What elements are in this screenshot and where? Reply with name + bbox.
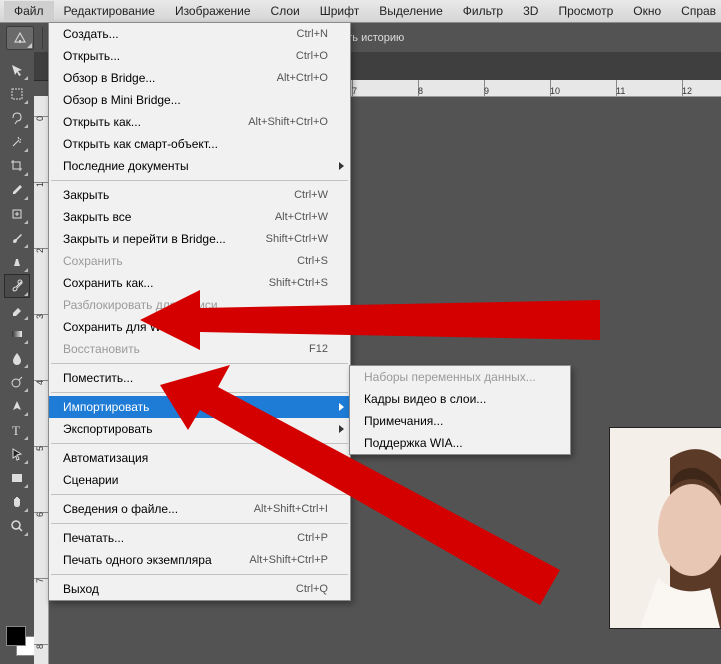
lasso-tool[interactable] [4, 106, 30, 130]
menu-item-shortcut: Ctrl+O [296, 50, 328, 62]
menu-separator [51, 180, 348, 181]
ruler-vertical: 012345678 [34, 96, 49, 664]
menubar-item-слои[interactable]: Слои [261, 1, 310, 21]
menubar-item-окно[interactable]: Окно [623, 1, 671, 21]
marquee-tool[interactable] [4, 82, 30, 106]
menu-item-shortcut: Ctrl+S [297, 255, 328, 267]
svg-text:T: T [12, 423, 20, 438]
current-tool-icon[interactable] [6, 26, 34, 50]
menu-item-label: Открыть как... [63, 115, 248, 129]
menu-item[interactable]: Закрыть всеAlt+Ctrl+W [49, 206, 350, 228]
menu-item[interactable]: Открыть как...Alt+Shift+Ctrl+O [49, 111, 350, 133]
annotation-arrow-1 [140, 280, 600, 360]
rectangle-tool[interactable] [4, 466, 30, 490]
menu-item-label: Закрыть [63, 188, 294, 202]
menu-item-label: Сохранить [63, 254, 297, 268]
foreground-color-swatch[interactable] [6, 626, 26, 646]
menubar-item-3d[interactable]: 3D [513, 1, 548, 21]
annotation-arrow-2 [160, 365, 560, 605]
menu-item[interactable]: Последние документы [49, 155, 350, 177]
menubar-item-файл[interactable]: Файл [4, 1, 54, 21]
menubar-item-справ[interactable]: Справ [671, 1, 721, 21]
brush-tool[interactable] [4, 226, 30, 250]
menu-item-shortcut: Shift+Ctrl+W [266, 233, 328, 245]
menu-item-label: Закрыть все [63, 210, 275, 224]
menu-item-label: Открыть... [63, 49, 296, 63]
menu-item[interactable]: Создать...Ctrl+N [49, 23, 350, 45]
dodge-tool[interactable] [4, 370, 30, 394]
menu-item[interactable]: Обзор в Bridge...Alt+Ctrl+O [49, 67, 350, 89]
menu-item-shortcut: Alt+Shift+Ctrl+O [248, 116, 328, 128]
menu-item-shortcut: Ctrl+W [294, 189, 328, 201]
menu-item-label: Последние документы [63, 159, 328, 173]
tools-panel: T [0, 52, 35, 664]
menu-item[interactable]: Закрыть и перейти в Bridge...Shift+Ctrl+… [49, 228, 350, 250]
menu-item-label: Обзор в Bridge... [63, 71, 277, 85]
menu-item-shortcut: Alt+Ctrl+O [277, 72, 328, 84]
hand-tool[interactable] [4, 490, 30, 514]
menu-separator [51, 363, 348, 364]
menu-item-shortcut: Alt+Ctrl+W [275, 211, 328, 223]
type-tool[interactable]: T [4, 418, 30, 442]
menubar-item-фильтр[interactable]: Фильтр [453, 1, 513, 21]
eraser-tool[interactable] [4, 298, 30, 322]
menubar: Ps ФайлРедактированиеИзображениеСлоиШриф… [0, 0, 721, 23]
menu-item[interactable]: Открыть...Ctrl+O [49, 45, 350, 67]
spot-healing-tool[interactable] [4, 202, 30, 226]
menubar-item-изображение[interactable]: Изображение [165, 1, 261, 21]
divider [42, 27, 43, 49]
menu-item-label: Обзор в Mini Bridge... [63, 93, 328, 107]
photo-content [609, 427, 721, 629]
history-brush-tool[interactable] [4, 274, 30, 298]
menubar-item-выделение[interactable]: Выделение [369, 1, 453, 21]
menu-item[interactable]: Открыть как смарт-объект... [49, 133, 350, 155]
menu-item[interactable]: ЗакрытьCtrl+W [49, 184, 350, 206]
eyedropper-tool[interactable] [4, 178, 30, 202]
menubar-item-просмотр[interactable]: Просмотр [548, 1, 623, 21]
gradient-tool[interactable] [4, 322, 30, 346]
path-selection-tool[interactable] [4, 442, 30, 466]
menubar-item-шрифт[interactable]: Шрифт [310, 1, 369, 21]
magic-wand-tool[interactable] [4, 130, 30, 154]
pen-tool[interactable] [4, 394, 30, 418]
crop-tool[interactable] [4, 154, 30, 178]
move-tool[interactable] [4, 58, 30, 82]
stamp-tool[interactable] [4, 250, 30, 274]
menu-item: СохранитьCtrl+S [49, 250, 350, 272]
menu-item-label: Создать... [63, 27, 297, 41]
menubar-item-редактирование[interactable]: Редактирование [54, 1, 165, 21]
zoom-tool[interactable] [4, 514, 30, 538]
blur-tool[interactable] [4, 346, 30, 370]
menu-item-label: Открыть как смарт-объект... [63, 137, 328, 151]
submenu-arrow-icon [339, 162, 344, 170]
menu-item-shortcut: Ctrl+N [297, 28, 328, 40]
menu-item[interactable]: Обзор в Mini Bridge... [49, 89, 350, 111]
menu-item-label: Закрыть и перейти в Bridge... [63, 232, 266, 246]
